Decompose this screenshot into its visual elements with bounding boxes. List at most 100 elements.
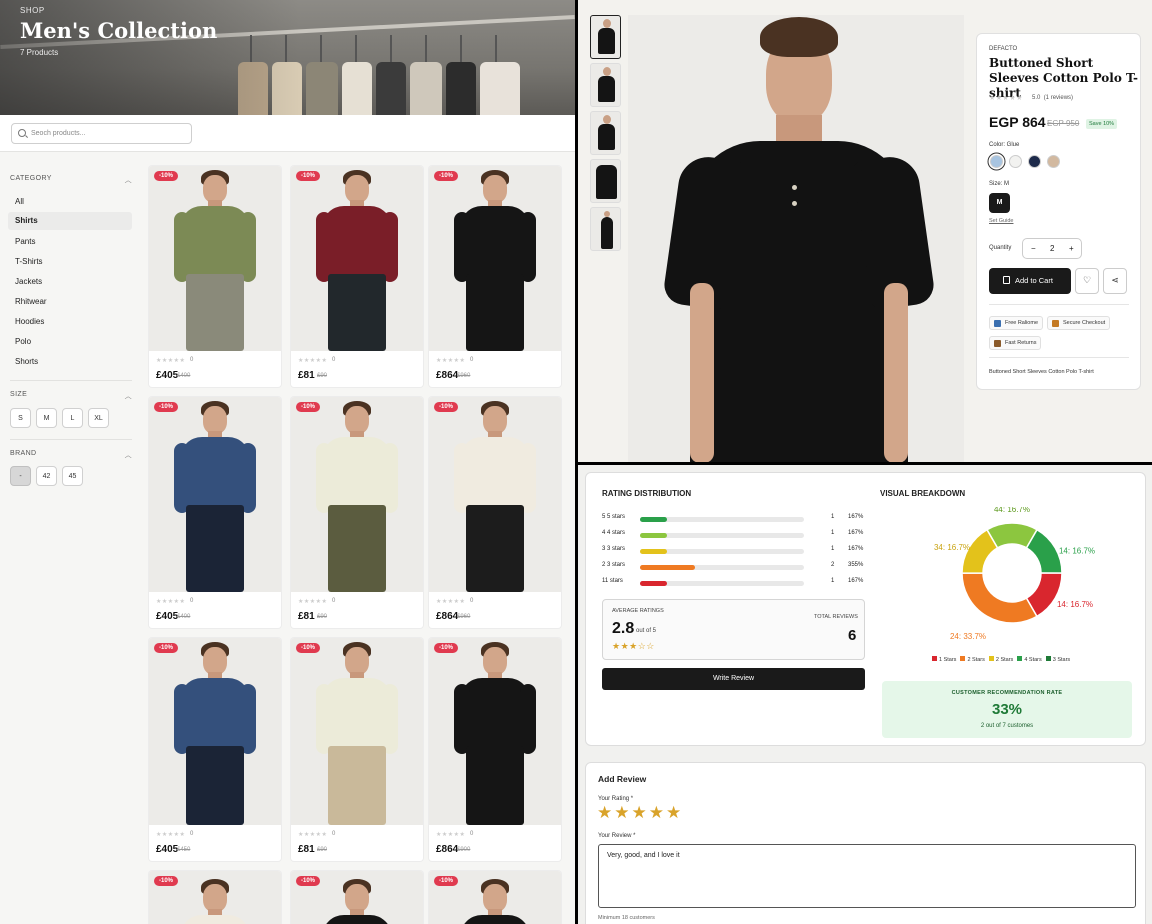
rating-summary-card: RATING DISTRIBUTION 5 5 stars 1 167% 4 4 st… — [585, 472, 1146, 746]
size-button-m[interactable]: M — [989, 193, 1010, 213]
thumbnail-5[interactable] — [590, 207, 621, 251]
size-heading[interactable]: SIZE ︿ — [10, 391, 132, 400]
size-chip-xl[interactable]: XL — [88, 408, 109, 428]
product-price: £864 — [436, 844, 459, 855]
rating-donut-chart: 44: 16.7% 14: 16.7% 14: 16.7% 24: 33.7% 34: … — [934, 507, 1095, 641]
rating-bar-fill — [640, 549, 668, 554]
review-textarea[interactable]: Very, good, and I love it — [598, 844, 1136, 908]
product-card[interactable]: -10% ★★★★★ 0 £405 £400 — [149, 397, 281, 628]
size-guide-link[interactable]: Set Guide — [989, 218, 1013, 224]
rating-bar-track — [640, 549, 804, 554]
wishlist-button[interactable]: ♡ — [1075, 268, 1099, 294]
rating-row-percent: 167% — [848, 546, 864, 552]
rating-value: 5.0 — [1032, 95, 1041, 101]
discount-badge: -10% — [154, 171, 179, 181]
product-card[interactable]: -10% — [429, 871, 561, 924]
rating-bar-track — [640, 581, 804, 586]
product-card[interactable]: -10% — [149, 871, 281, 924]
product-image: -10% — [291, 638, 423, 825]
quantity-decrease-button[interactable]: − — [1031, 244, 1036, 253]
thumbnail-4[interactable] — [590, 159, 621, 203]
product-card[interactable]: -10% ★★★★★ 0 £864 £960 — [429, 397, 561, 628]
category-all[interactable]: All — [8, 193, 132, 211]
donut-slice-label: 14: 16.7% — [1057, 600, 1093, 609]
product-card[interactable]: -10% ★★★★★ 0 £864 £900 — [429, 638, 561, 861]
brand-chip-2[interactable]: 42 — [36, 466, 57, 486]
chevron-up-icon: ︿ — [124, 452, 132, 459]
product-card[interactable]: -10% ★★★★★ 0 £81 £90 — [291, 397, 423, 628]
discount-badge: -10% — [434, 402, 459, 412]
size-chip-l[interactable]: L — [62, 408, 83, 428]
product-card[interactable]: -10% ★★★★★ 0 £864 £960 — [429, 166, 561, 387]
category-shorts[interactable]: Shorts — [8, 353, 132, 371]
product-card[interactable]: -10% ★★★★★ 0 £81 £90 — [291, 638, 423, 861]
product-info-card: DEFACTO Buttoned Short Sleeves Cotton Po… — [976, 33, 1141, 390]
visual-breakdown-title: VISUAL BREAKDOWN — [880, 489, 966, 498]
search-input[interactable]: Seoch products... — [11, 123, 192, 144]
product-image: -10% — [291, 871, 423, 924]
rating-count: 0 — [332, 598, 336, 604]
legend-swatch — [1017, 656, 1023, 661]
product-card[interactable]: -10% ★★★★★ 0 £405 £450 — [149, 638, 281, 861]
size-chip-s[interactable]: S — [10, 408, 31, 428]
write-review-button[interactable]: Write Review — [602, 668, 865, 690]
category-shirts[interactable]: Shirts — [8, 212, 132, 230]
category-heading[interactable]: CATEGORY ︿ — [10, 175, 132, 184]
rating-row-label: 5 5 stars — [602, 514, 626, 520]
reviews-count[interactable]: (1 reviews) — [1044, 95, 1073, 101]
chevron-up-icon: ︿ — [124, 393, 132, 400]
reviews-panel: RATING DISTRIBUTION 5 5 stars 1 167% 4 4 st… — [578, 465, 1152, 924]
discount-badge: -10% — [154, 876, 179, 886]
brand-chip-1[interactable]: - — [10, 466, 31, 486]
search-placeholder: Seoch products... — [31, 130, 86, 137]
category-polo[interactable]: Polo — [8, 333, 132, 351]
category-pants[interactable]: Pants — [8, 233, 132, 251]
share-button[interactable]: ⋖ — [1103, 268, 1127, 294]
rating-row: 2 3 stars 2 355% — [602, 562, 863, 574]
recommendation-value: 33% — [991, 701, 1023, 718]
discount-badge: -10% — [154, 402, 179, 412]
size-title: SIZE — [10, 391, 28, 398]
quantity-value[interactable]: 2 — [1050, 244, 1054, 253]
brand-chip-3[interactable]: 45 — [62, 466, 83, 486]
category-jackets[interactable]: Jackets — [8, 273, 132, 291]
product-card[interactable]: -10% ★★★★★ 0 £81 £90 — [291, 166, 423, 387]
color-swatch-white[interactable] — [1009, 155, 1022, 168]
rating-stars: ★★★★★ — [156, 832, 186, 838]
rating-count: 0 — [332, 357, 336, 363]
rating-row: 4 4 stars 1 167% — [602, 530, 863, 542]
product-card[interactable]: -10% — [291, 871, 423, 924]
quantity-label: Quantity — [989, 245, 1012, 251]
thumbnail-1[interactable] — [590, 15, 621, 59]
star-rating-input[interactable]: ★★★★★ — [597, 803, 683, 823]
rating-row-label: 3 3 stars — [602, 546, 626, 552]
rating-count: 0 — [470, 598, 474, 604]
rating-stars: ★★★★★ — [298, 599, 328, 605]
category-tshirts[interactable]: T-Shirts — [8, 253, 132, 271]
review-text-label: Your Review * — [598, 833, 636, 839]
add-to-cart-button[interactable]: Add to Cart — [989, 268, 1071, 294]
discount-badge: -10% — [296, 643, 321, 653]
brand-heading[interactable]: BRAND ︿ — [10, 450, 132, 459]
add-review-card: Add Review Your Rating * ★★★★★ Your Revi… — [585, 762, 1146, 924]
legend-item: 4 Stars — [1017, 656, 1042, 663]
color-swatch-light-blue[interactable] — [990, 155, 1003, 168]
size-chip-m[interactable]: M — [36, 408, 57, 428]
thumbnail-3[interactable] — [590, 111, 621, 155]
color-swatch-navy[interactable] — [1028, 155, 1041, 168]
size-label: Size: M — [989, 181, 1010, 187]
category-hoodies[interactable]: Hoodies — [8, 313, 132, 331]
page-title: Men's Collection — [20, 18, 218, 43]
legend-swatch — [932, 656, 937, 661]
category-nightwear[interactable]: Rhitwear — [8, 293, 132, 311]
recommendation-title: CUSTOMER RECOMMENDATION RATE — [951, 690, 1063, 696]
rating-stars: ★★★★★ — [298, 832, 328, 838]
quantity-increase-button[interactable]: + — [1069, 244, 1074, 253]
main-product-image — [628, 15, 964, 462]
legend-label: 3 Stars — [1052, 657, 1071, 663]
donut-slice-label: 44: 16.7% — [994, 507, 1030, 514]
product-card[interactable]: -10% ★★★★★ 0 £405 £400 — [149, 166, 281, 387]
color-swatch-beige[interactable] — [1047, 155, 1060, 168]
product-image: -10% — [149, 166, 281, 351]
thumbnail-2[interactable] — [590, 63, 621, 107]
